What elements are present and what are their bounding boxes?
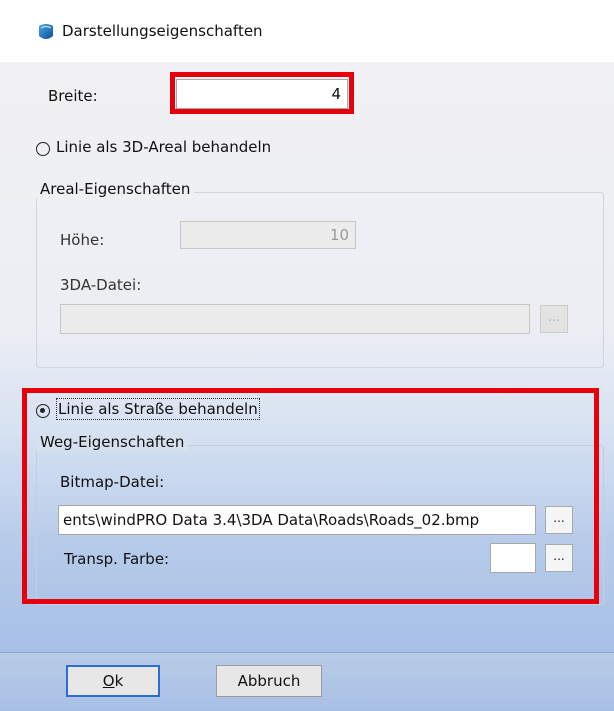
ok-mnemonic: O bbox=[102, 672, 115, 690]
window-title: Darstellungseigenschaften bbox=[62, 22, 263, 40]
highlight-box-width bbox=[170, 72, 354, 114]
areal-option-label: Linie als 3D-Areal behandeln bbox=[56, 138, 272, 156]
3da-file-label: 3DA-Datei: bbox=[60, 276, 142, 294]
app-globe-icon bbox=[39, 24, 53, 39]
areal-group-legend: Areal-Eigenschaften bbox=[36, 180, 195, 198]
ok-button[interactable]: Ok bbox=[66, 665, 160, 697]
height-input[interactable]: 10 bbox=[180, 221, 356, 249]
button-bar: Ok Abbruch bbox=[0, 652, 614, 711]
3da-file-input[interactable] bbox=[60, 304, 530, 334]
highlight-box-road bbox=[22, 388, 599, 604]
cancel-button[interactable]: Abbruch bbox=[216, 665, 322, 697]
ok-label: k bbox=[114, 672, 124, 690]
3da-browse-button[interactable]: ... bbox=[540, 305, 568, 333]
areal-radio[interactable] bbox=[36, 142, 50, 156]
height-label: Höhe: bbox=[60, 231, 105, 249]
width-label: Breite: bbox=[48, 87, 98, 105]
title-bar: Darstellungseigenschaften bbox=[0, 0, 614, 62]
